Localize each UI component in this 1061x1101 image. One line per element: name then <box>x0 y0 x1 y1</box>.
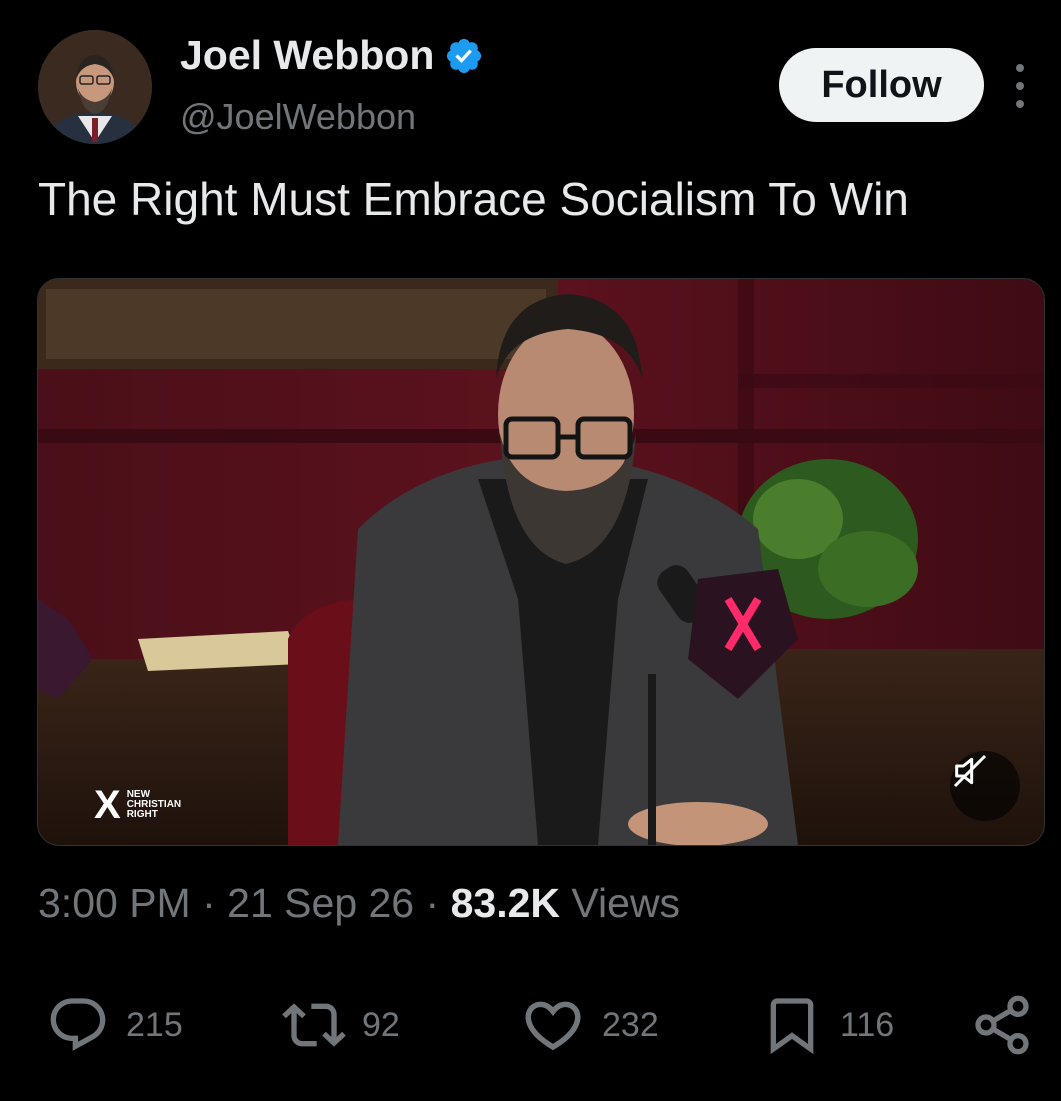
reply-button[interactable]: 215 <box>46 990 183 1060</box>
bookmark-count: 116 <box>840 1005 895 1044</box>
bookmark-button[interactable]: 116 <box>760 990 894 1060</box>
watermark-text: NEW CHRISTIAN RIGHT <box>127 790 181 820</box>
profile-photo <box>38 30 152 144</box>
video-player[interactable]: X NEW CHRISTIAN RIGHT <box>37 278 1045 846</box>
share-icon <box>975 995 1029 1055</box>
bookmark-icon <box>770 998 814 1055</box>
views-count: 83.2K <box>450 880 561 926</box>
like-count: 232 <box>602 1005 659 1044</box>
reply-count: 215 <box>126 1005 183 1044</box>
more-dot <box>1016 64 1024 72</box>
views-label: Views <box>571 880 681 926</box>
follow-button[interactable]: Follow <box>779 48 984 122</box>
tweet-time[interactable]: 3:00 PM <box>38 880 191 926</box>
watermark-line: RIGHT <box>126 809 158 820</box>
share-button[interactable] <box>970 990 1034 1060</box>
tweet-text: The Right Must Embrace Socialism To Win <box>38 173 909 225</box>
avatar[interactable] <box>38 30 152 144</box>
heart-icon <box>525 1001 581 1051</box>
watermark-logo: X NEW CHRISTIAN RIGHT <box>94 785 181 825</box>
more-dot <box>1016 100 1024 108</box>
video-frame <box>38 279 1044 845</box>
repost-icon <box>282 1003 346 1047</box>
meta-separator: · <box>425 880 440 926</box>
meta-separator: · <box>202 880 216 926</box>
repost-button[interactable]: 92 <box>282 990 400 1060</box>
speaker-muted-icon <box>953 754 987 788</box>
tweet-meta: 3:00 PM · 21 Sep 26 · 83.2K Views <box>38 880 680 927</box>
author-handle[interactable]: @JoelWebbon <box>180 96 416 138</box>
more-dot <box>1016 82 1024 90</box>
tweet-date[interactable]: 21 Sep 26 <box>227 880 414 926</box>
more-options-icon[interactable] <box>1008 64 1032 108</box>
reply-icon <box>50 998 106 1051</box>
verified-badge-icon <box>447 38 482 73</box>
author-display-name[interactable]: Joel Webbon <box>180 32 434 79</box>
mute-toggle-button[interactable] <box>950 751 1020 821</box>
author-name-row[interactable]: Joel Webbon <box>180 32 484 79</box>
like-button[interactable]: 232 <box>520 990 659 1060</box>
repost-count: 92 <box>362 1005 400 1044</box>
tweet-actions-bar: 215 92 232 116 <box>0 990 1061 1060</box>
watermark-x-mark: X <box>94 783 121 827</box>
